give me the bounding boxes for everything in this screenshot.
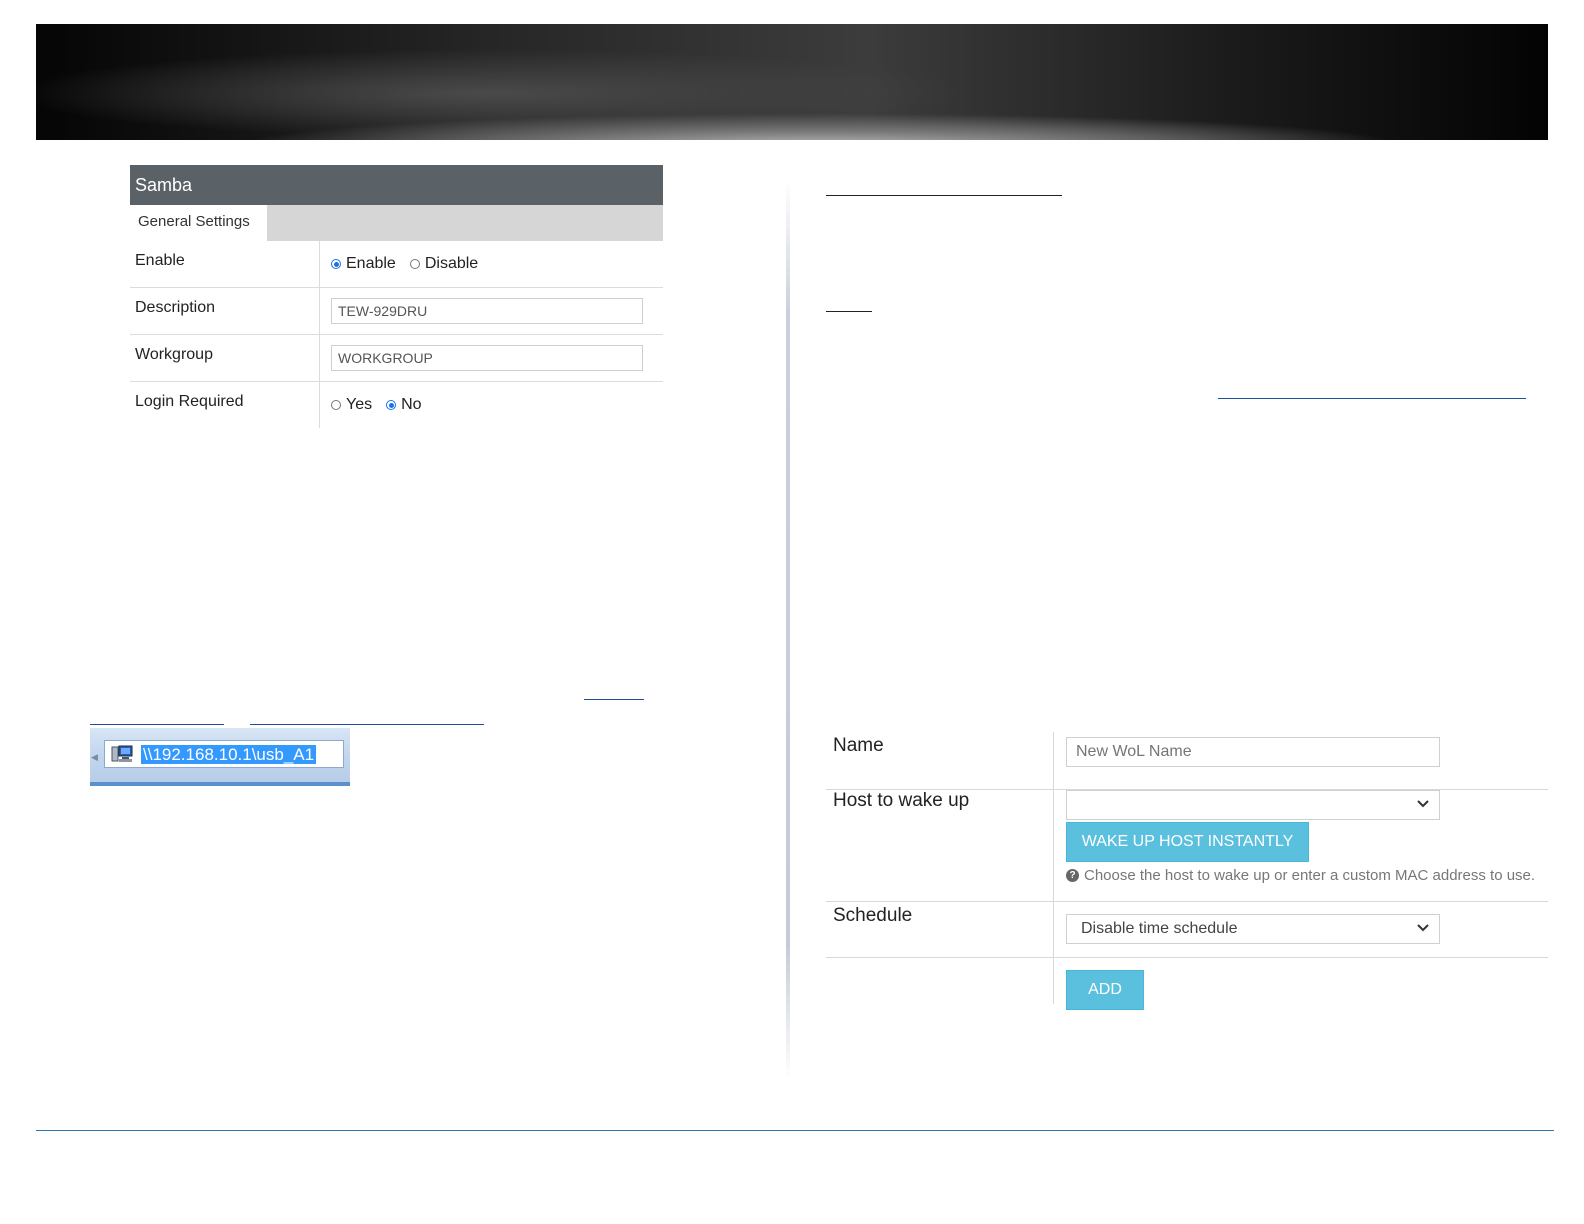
- enable-radio[interactable]: [331, 259, 341, 269]
- description-input[interactable]: [331, 298, 643, 324]
- name-input[interactable]: [1066, 737, 1440, 767]
- header-banner: [36, 24, 1548, 140]
- login-yes-label[interactable]: Yes: [346, 396, 372, 414]
- samba-row-workgroup: Workgroup: [130, 335, 663, 382]
- samba-tab-strip: General Settings: [130, 205, 663, 241]
- tab-general-settings[interactable]: General Settings: [130, 205, 267, 241]
- samba-title: Samba: [130, 165, 663, 205]
- address-path-text[interactable]: \\192.168.10.1\usb_A1: [141, 745, 317, 764]
- enable-option-label[interactable]: Enable: [346, 255, 396, 273]
- link-underline-left-2: [90, 724, 224, 725]
- column-divider: [786, 180, 790, 1080]
- wake-up-host-button[interactable]: WAKE UP HOST INSTANTLY: [1066, 822, 1309, 862]
- schedule-select[interactable]: Disable time schedule: [1066, 914, 1440, 944]
- host-select[interactable]: [1066, 790, 1440, 820]
- dropdown-arrow-icon[interactable]: ◀: [91, 752, 98, 763]
- samba-row-login-required: Login Required Yes No: [130, 382, 663, 428]
- workgroup-label: Workgroup: [135, 346, 213, 363]
- host-help-text: ? Choose the host to wake up or enter a …: [1066, 867, 1535, 884]
- samba-row-enable: Enable Enable Disable: [130, 241, 663, 288]
- chevron-down-icon: [1417, 800, 1429, 808]
- wol-row-schedule: Schedule Disable time schedule: [826, 902, 1548, 958]
- footer-rule: [36, 1130, 1554, 1131]
- samba-panel: Samba General Settings Enable Enable Dis…: [130, 165, 663, 428]
- disable-radio[interactable]: [409, 259, 420, 269]
- login-no-radio[interactable]: [386, 400, 397, 410]
- add-button[interactable]: ADD: [1066, 970, 1144, 1010]
- samba-row-description: Description: [130, 288, 663, 335]
- workgroup-input[interactable]: [331, 345, 643, 371]
- link-underline-left-1: [584, 699, 644, 700]
- chevron-down-icon: [1417, 924, 1429, 932]
- note-underline: [826, 311, 872, 312]
- wol-row-host: Host to wake up WAKE UP HOST INSTANTLY ?…: [826, 790, 1548, 902]
- row-separator: [319, 241, 320, 287]
- link-underline: [1218, 398, 1526, 399]
- computer-icon: [111, 745, 133, 762]
- heading-underline: [826, 195, 1062, 196]
- enable-label: Enable: [135, 252, 185, 269]
- description-label: Description: [135, 299, 216, 316]
- row-separator: [319, 288, 320, 334]
- login-required-label: Login Required: [135, 393, 244, 410]
- address-field[interactable]: \\192.168.10.1\usb_A1: [104, 740, 344, 768]
- explorer-address-bar: ◀ \\192.168.10.1\usb_A1: [90, 728, 350, 786]
- name-label: Name: [833, 735, 884, 756]
- wol-form: Name Host to wake up WAKE UP HOST INSTAN…: [826, 732, 1548, 1010]
- host-label: Host to wake up: [833, 790, 970, 811]
- login-no-label[interactable]: No: [401, 396, 421, 414]
- schedule-label: Schedule: [833, 905, 913, 926]
- wol-row-name: Name: [826, 732, 1548, 790]
- login-yes-radio[interactable]: [331, 400, 341, 410]
- schedule-select-value: Disable time schedule: [1081, 920, 1238, 937]
- disable-option-label[interactable]: Disable: [425, 255, 478, 273]
- row-separator: [319, 382, 320, 428]
- host-help-label: Choose the host to wake up or enter a cu…: [1084, 867, 1536, 884]
- row-separator: [319, 335, 320, 381]
- question-circle-icon: ?: [1066, 869, 1079, 882]
- link-underline-left-3: [250, 724, 484, 725]
